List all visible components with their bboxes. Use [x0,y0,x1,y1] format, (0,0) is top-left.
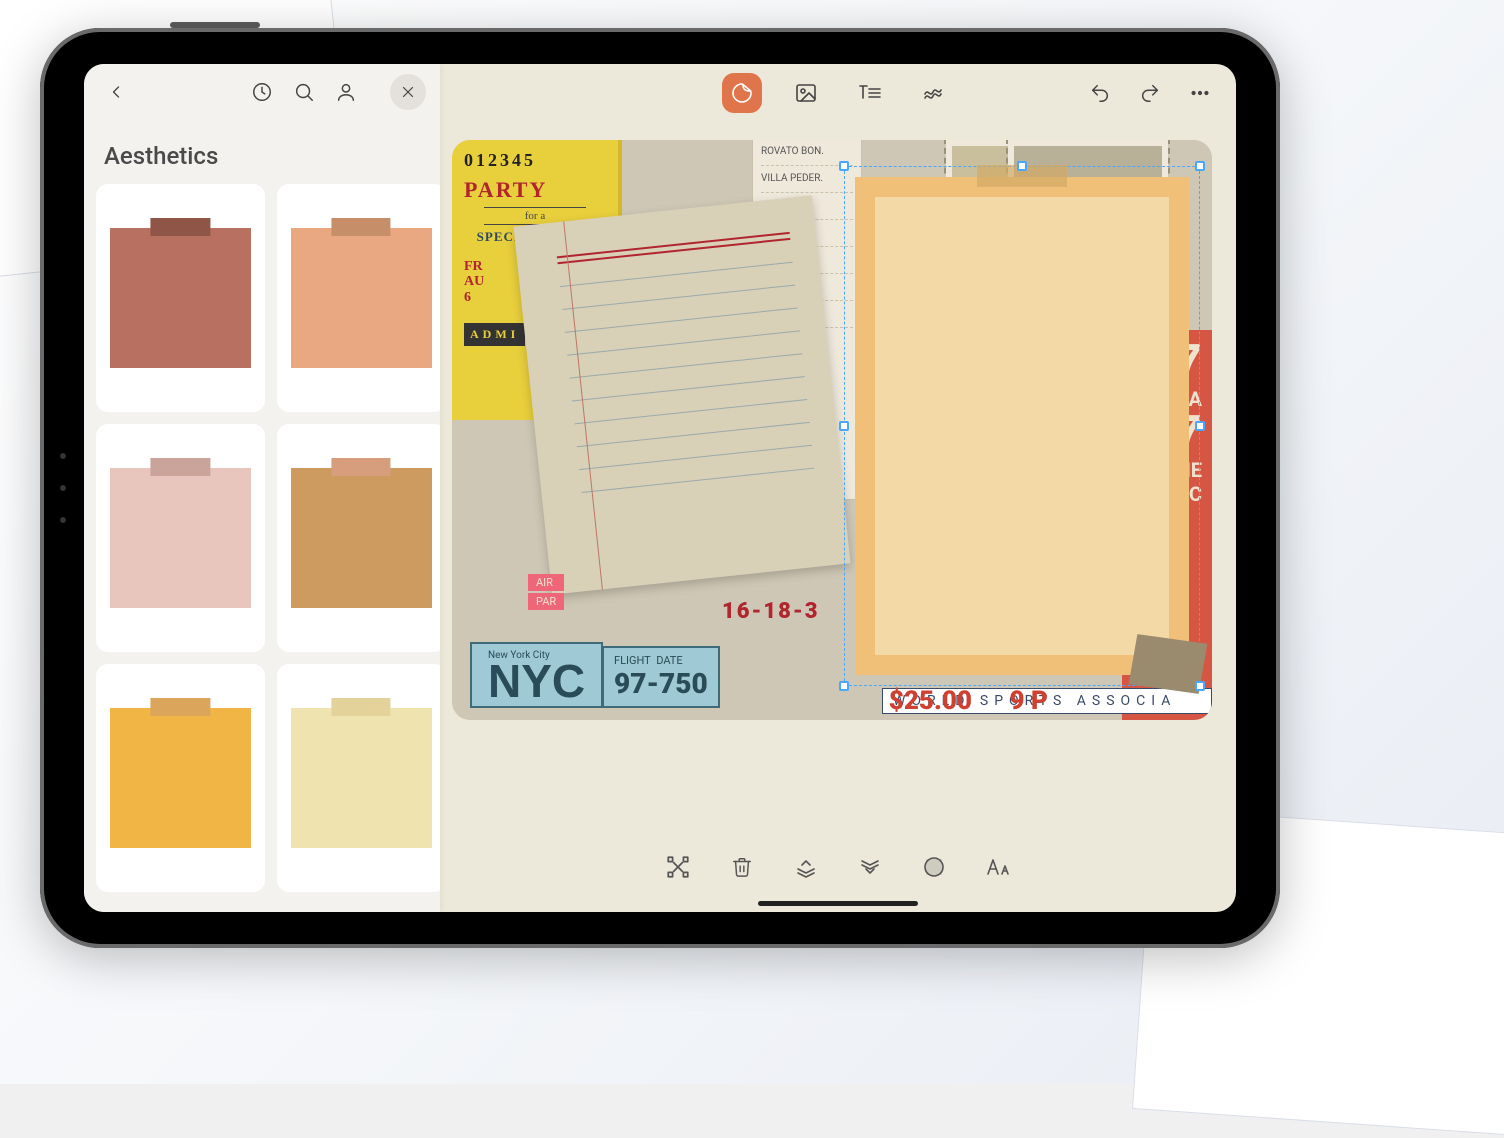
home-indicator [758,901,918,906]
redo-button[interactable] [1130,73,1170,113]
hardware-button [170,22,260,28]
back-button[interactable] [98,74,134,110]
collage-flight-card: FLIGHT DATE 97-750 [602,646,720,708]
search-icon[interactable] [286,74,322,110]
close-panel-button[interactable] [390,74,426,110]
layer-down-button[interactable] [853,850,887,884]
resize-handle-tr[interactable] [1195,161,1205,171]
swatch-preview [110,708,251,849]
resize-handle-rm[interactable] [1195,421,1205,431]
swatch-preview [291,228,432,369]
sticker-swatch-terracotta[interactable] [96,184,265,412]
swatch-tape [151,218,210,236]
swatch-preview [110,468,251,609]
swatch-tape [332,458,391,476]
more-button[interactable] [1180,73,1220,113]
swatch-tape [332,698,391,716]
swatch-tape [151,698,210,716]
sticker-swatch-peach[interactable] [277,184,440,412]
collage-price: $25.00 [889,686,972,716]
device-frame: Aesthetics [40,28,1280,948]
delete-button[interactable] [725,850,759,884]
sidebar-toolbar [84,64,440,120]
mask-button[interactable] [917,850,951,884]
main-area: 012345 PARTY for a SPECIAL EVENT FRAU6 A… [440,64,1236,912]
tool-sticker[interactable] [722,73,762,113]
text-style-button[interactable] [981,850,1015,884]
sticker-inner [875,197,1169,655]
collage-nyc-card: New York City NYC [470,642,603,708]
selection-toolbar [661,850,1015,884]
sticker-grid [84,184,440,912]
swatch-preview [291,468,432,609]
selected-sticker[interactable] [844,166,1200,686]
page-canvas[interactable]: 012345 PARTY for a SPECIAL EVENT FRAU6 A… [452,140,1212,720]
collage-code: 16-18-3 [722,599,820,624]
undo-button[interactable] [1080,73,1120,113]
swatch-tape [332,218,391,236]
screen: Aesthetics [84,64,1236,912]
layer-up-button[interactable] [789,850,823,884]
sidebar-title: Aesthetics [84,120,440,184]
resize-handle-br[interactable] [1195,681,1205,691]
canvas-wrap: 012345 PARTY for a SPECIAL EVENT FRAU6 A… [440,122,1236,912]
resize-handle-lm[interactable] [839,421,849,431]
ungroup-button[interactable] [661,850,695,884]
tool-text[interactable] [850,73,890,113]
swatch-preview [291,708,432,849]
swatch-tape [151,458,210,476]
tool-image[interactable] [786,73,826,113]
history-icon[interactable] [244,74,280,110]
collage-par-tag: PAR [528,593,564,610]
speaker-dots [60,453,66,523]
sticker-swatch-cream[interactable] [277,664,440,892]
swatch-preview [110,228,251,369]
profile-icon[interactable] [328,74,364,110]
sticker-sidebar: Aesthetics [84,64,440,912]
collage-notepaper [513,195,850,594]
collage-air-tag: AIR [528,574,564,591]
collage-corner-text: 9 P [1010,686,1048,716]
sticker-swatch-amber[interactable] [96,664,265,892]
resize-handle-tm[interactable] [1017,161,1027,171]
resize-handle-bl[interactable] [839,681,849,691]
sticker-swatch-blush[interactable] [96,424,265,652]
top-toolbar [440,64,1236,122]
resize-handle-tl[interactable] [839,161,849,171]
sticker-swatch-tan[interactable] [277,424,440,652]
tool-draw[interactable] [914,73,954,113]
